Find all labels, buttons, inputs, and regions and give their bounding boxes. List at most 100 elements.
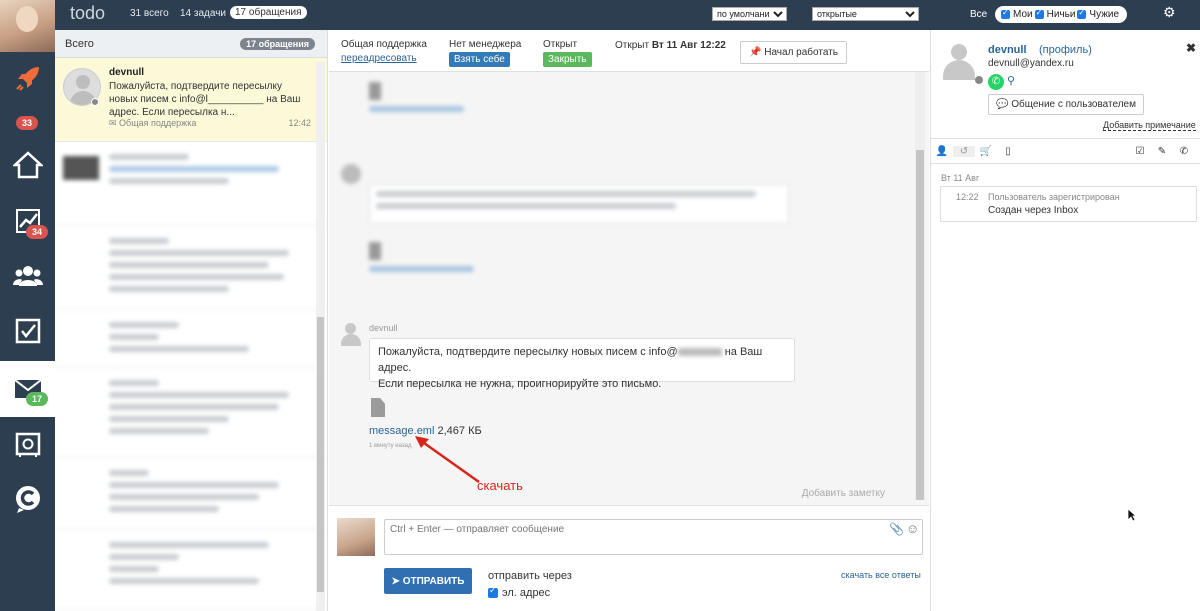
- stat-tasks[interactable]: 14 задачи: [180, 8, 226, 19]
- rail-badge-1: 33: [16, 116, 39, 130]
- profile-link[interactable]: (профиль): [1039, 44, 1092, 56]
- chat-with-user-button[interactable]: 💬 Общение с пользователем: [988, 94, 1144, 115]
- tab-tasks-icon[interactable]: ☑: [1129, 146, 1151, 157]
- nav-rail: 33 34 17: [0, 0, 55, 611]
- top-bar: todo 31 всего 14 задачи 17 обращения по …: [55, 0, 1200, 30]
- blurred-attachment: [369, 82, 469, 118]
- filter-nobody-label: Ничьи: [1046, 9, 1076, 20]
- profile-email: devnull@yandex.ru: [988, 58, 1074, 69]
- tab-cart-icon[interactable]: 🛒: [975, 146, 997, 157]
- event-time: 12:22: [956, 192, 979, 202]
- download-all-link[interactable]: скачать все ответы: [841, 570, 921, 580]
- start-work-button[interactable]: 📌 Начал работать: [740, 41, 847, 64]
- profile-name[interactable]: devnull: [988, 44, 1027, 56]
- rail-badge-3: 17: [26, 392, 49, 406]
- brand-c-icon[interactable]: [0, 476, 55, 521]
- mouse-cursor-icon: [1127, 508, 1137, 522]
- blurred-avatar: [341, 164, 361, 184]
- take-button[interactable]: Взять себе: [449, 52, 510, 67]
- status-dot: [975, 76, 983, 84]
- all-label: Все: [970, 9, 988, 20]
- rocket-icon[interactable]: [0, 55, 55, 100]
- list-item[interactable]: [55, 226, 327, 310]
- conversation-header: Общая поддержка переадресовать Нет менед…: [329, 30, 929, 72]
- reply-input[interactable]: [384, 519, 923, 555]
- message-feed: devnull Пожалуйста, подтвердите пересылк…: [329, 72, 929, 505]
- filter-others-checkbox[interactable]: [1077, 8, 1087, 19]
- queue-label: Общая поддержка: [341, 39, 427, 50]
- email-checkbox[interactable]: [488, 585, 498, 598]
- tab-phone-icon[interactable]: ✆: [1173, 146, 1195, 157]
- attachment-time: 1 минуту назад: [369, 443, 412, 449]
- search-icon[interactable]: ⚲: [1007, 74, 1015, 87]
- close-button[interactable]: Закрыть: [543, 52, 592, 67]
- list-item-name: devnull: [109, 67, 145, 78]
- feed-scrollbar[interactable]: [915, 72, 925, 500]
- filter-nobody-checkbox[interactable]: [1034, 8, 1044, 19]
- annotation-label: скачать: [477, 478, 523, 493]
- tab-edit-icon[interactable]: ✎: [1151, 146, 1173, 157]
- profile-panel: devnull (профиль) devnull@yandex.ru ✆ ⚲ …: [930, 30, 1200, 611]
- redirect-link[interactable]: переадресовать: [341, 53, 417, 64]
- add-annotation-link[interactable]: Добавить примечание: [1103, 120, 1196, 131]
- users-icon[interactable]: [0, 252, 55, 300]
- send-icon: ➤: [391, 575, 400, 587]
- history-event: 12:22 Пользователь зарегистрирован Созда…: [940, 186, 1197, 222]
- list-item[interactable]: [55, 368, 327, 458]
- email-option-label: эл. адрес: [502, 587, 551, 599]
- safe-icon[interactable]: [0, 422, 55, 467]
- reply-area: 📎 ☺ ➤ ОТПРАВИТЬ отправить через эл. адре…: [329, 505, 929, 611]
- list-scrollbar[interactable]: [316, 62, 325, 611]
- stat-requests[interactable]: 17 обращения: [230, 6, 307, 19]
- message-text-line2: Если пересылка не нужна, проигнорируйте …: [378, 378, 662, 390]
- filter-mine-label: Мои: [1013, 9, 1033, 20]
- list-item[interactable]: [55, 530, 327, 610]
- sort-select[interactable]: по умолчанию: [712, 7, 787, 21]
- home-icon[interactable]: [0, 140, 55, 190]
- checkbox-icon[interactable]: [0, 307, 55, 355]
- stat-all[interactable]: 31 всего: [130, 8, 169, 19]
- mail-icon[interactable]: [0, 361, 55, 417]
- message-sender: devnull: [369, 323, 398, 333]
- manager-label: Нет менеджера: [449, 39, 522, 50]
- emoji-icon[interactable]: ☺: [906, 521, 919, 536]
- owner-filters: Мои Ничьи Чужие: [995, 6, 1127, 23]
- list-item-selected[interactable]: devnull Пожалуйста, подтвердите пересылк…: [55, 58, 327, 142]
- email-option: эл. адрес: [488, 585, 551, 599]
- tab-mobile-icon[interactable]: ▯: [997, 146, 1019, 157]
- status-select[interactable]: открытые: [812, 7, 919, 21]
- pin-icon: 📌: [749, 47, 762, 58]
- filter-others-label: Чужие: [1089, 9, 1120, 20]
- list-item-source: ✉ Общая поддержка: [109, 118, 197, 128]
- conversation-list: Всего 17 обращения devnull Пожалуйста, п…: [55, 30, 328, 611]
- blurred-message: [369, 184, 789, 224]
- app-title: todo: [70, 3, 106, 23]
- message-bubble: Пожалуйста, подтвердите пересылку новых …: [369, 338, 795, 390]
- send-button[interactable]: ➤ ОТПРАВИТЬ: [384, 568, 472, 594]
- list-item-time: 12:42: [288, 118, 311, 128]
- user-avatar[interactable]: [0, 0, 55, 52]
- gear-icon[interactable]: ⚙: [1163, 4, 1176, 21]
- profile-avatar: [939, 42, 979, 82]
- profile-tabs: 👤 ↺ 🛒 ▯ ☑ ✎ ✆: [931, 138, 1200, 164]
- list-item[interactable]: [55, 310, 327, 368]
- list-header-count: 17 обращения: [240, 38, 315, 50]
- message-avatar: [339, 322, 363, 346]
- blurred-attachment: [369, 242, 489, 278]
- event-detail: Создан через Inbox: [988, 205, 1079, 216]
- tab-user-icon[interactable]: 👤: [931, 146, 953, 157]
- list-header: Всего 17 обращения: [55, 30, 327, 58]
- rail-badge-2: 34: [26, 225, 49, 239]
- list-item[interactable]: [55, 142, 327, 226]
- tab-history-icon[interactable]: ↺: [953, 145, 975, 157]
- status-label: Открыт: [543, 39, 578, 50]
- send-via-label: отправить через: [488, 570, 572, 582]
- add-note-link[interactable]: Добавить заметку: [802, 488, 885, 499]
- filter-mine-checkbox[interactable]: [1001, 8, 1010, 19]
- chat-icon: 💬: [996, 99, 1009, 110]
- whatsapp-icon[interactable]: ✆: [988, 74, 1004, 90]
- paperclip-icon[interactable]: 📎: [889, 522, 904, 536]
- list-item[interactable]: [55, 458, 327, 530]
- close-icon[interactable]: ✖: [1186, 41, 1196, 55]
- list-header-title: Всего: [65, 37, 94, 50]
